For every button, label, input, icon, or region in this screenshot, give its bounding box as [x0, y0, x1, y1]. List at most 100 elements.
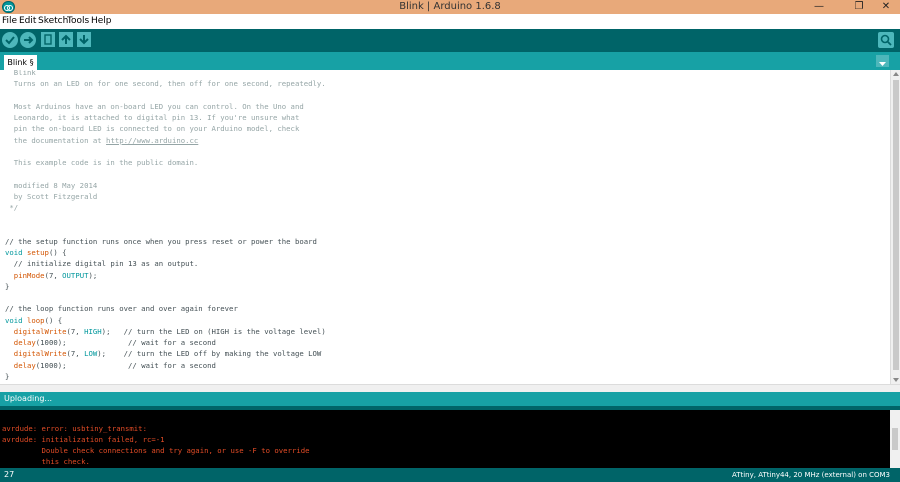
verify-button[interactable] — [2, 32, 18, 48]
code-line: pin the on-board LED is connected to on … — [5, 123, 300, 134]
board-info: ATtiny, ATtiny44, 20 MHz (external) on C… — [731, 471, 890, 479]
menu-file[interactable]: File — [2, 16, 17, 26]
status-message: Uploading... — [4, 394, 53, 403]
save-icon — [79, 35, 89, 45]
code-token: () { — [44, 315, 63, 325]
code-token: loop — [26, 315, 45, 325]
code-token: This example code is in the public domai… — [5, 158, 199, 167]
code-line: Leonardo, it is attached to digital pin … — [5, 112, 300, 123]
code-line: the documentation at http://www.arduino.… — [5, 135, 199, 146]
window-title: Blink | Arduino 1.6.8 — [399, 1, 501, 12]
code-line: digitalWrite(7, LOW); // turn the LED of… — [5, 348, 322, 359]
code-line: digitalWrite(7, HIGH); // turn the LED o… — [5, 326, 326, 337]
code-line: pinMode(7, OUTPUT); — [5, 270, 98, 281]
close-button[interactable]: ✕ — [872, 0, 900, 14]
open-icon — [61, 34, 71, 44]
menu-edit[interactable]: Edit — [19, 16, 36, 26]
maximize-button[interactable]: ❐ — [846, 0, 872, 14]
code-token: pinMode — [13, 270, 45, 280]
verify-icon — [5, 36, 15, 45]
code-line: delay(1000); // wait for a second — [5, 337, 216, 348]
code-token: (7, — [66, 349, 85, 359]
code-line: This example code is in the public domai… — [5, 157, 199, 168]
line-number: 27 — [4, 470, 15, 479]
code-token: (7, — [66, 326, 85, 336]
code-token: Turns on an LED on for one second, then … — [5, 79, 326, 89]
tab-blink[interactable]: Blink § — [4, 55, 37, 70]
scroll-down-arrow-icon[interactable] — [893, 378, 899, 382]
magnifier-icon — [880, 34, 892, 46]
code-token: () { — [48, 248, 67, 257]
chevron-down-icon — [879, 62, 886, 66]
code-token: } — [5, 281, 10, 291]
code-token: */ — [5, 203, 19, 212]
code-line: Turns on an LED on for one second, then … — [5, 78, 326, 89]
code-token: ); — [88, 270, 98, 280]
code-token: (7, — [44, 270, 63, 280]
new-button[interactable] — [41, 32, 55, 47]
upload-icon — [24, 36, 34, 44]
toolbar — [0, 29, 900, 52]
editor-horizontal-scrollbar[interactable] — [0, 384, 900, 392]
code-line: void loop() { — [5, 315, 62, 326]
tab-menu-button[interactable] — [876, 55, 889, 67]
menu-bar: File Edit Sketch Tools Help — [0, 14, 900, 29]
scroll-up-arrow-icon[interactable] — [893, 72, 899, 76]
serial-monitor-button[interactable] — [878, 32, 894, 48]
scroll-thumb[interactable] — [893, 80, 899, 370]
code-token: void — [5, 315, 23, 325]
code-line: // the loop function runs over and over … — [5, 303, 238, 314]
code-token: // initialize digital pin 13 as an outpu… — [5, 259, 199, 269]
editor-vertical-scrollbar[interactable] — [890, 70, 900, 384]
code-token: setup — [26, 248, 49, 257]
code-editor[interactable]: Blink Turns on an LED on for one second,… — [0, 70, 890, 384]
code-token: ); // turn the LED on (HIGH is the volta… — [101, 326, 326, 336]
code-token: void — [5, 248, 23, 257]
code-token: LOW — [84, 349, 98, 359]
code-token: } — [5, 371, 10, 381]
menu-tools[interactable]: Tools — [67, 16, 89, 26]
code-token: delay — [13, 338, 36, 347]
console-line: avrdude: error: usbtiny_transmit: — [2, 424, 147, 433]
code-token: delay — [13, 360, 36, 370]
code-token: // the setup function runs once when you… — [5, 236, 317, 246]
new-icon — [44, 34, 52, 45]
menu-help[interactable]: Help — [91, 16, 112, 26]
code-token: Most Arduinos have an on-board LED you c… — [5, 101, 304, 111]
code-line: Blink — [5, 70, 36, 78]
status-bar: Uploading... — [0, 392, 900, 406]
code-token: Leonardo, it is attached to digital pin … — [5, 113, 300, 122]
code-link[interactable]: http://www.arduino.cc — [106, 136, 198, 145]
code-line: } — [5, 371, 9, 382]
tab-bar: Blink § — [0, 52, 900, 70]
code-token: (1000); // wait for a second — [35, 338, 216, 347]
save-button[interactable] — [77, 32, 91, 47]
code-line: Most Arduinos have an on-board LED you c… — [5, 101, 304, 112]
code-line: by Scott Fitzgerald — [5, 191, 97, 202]
console-line: avrdude: initialization failed, rc=-1 — [2, 435, 165, 444]
code-line: */ — [5, 202, 18, 213]
menu-sketch[interactable]: Sketch — [38, 16, 68, 26]
footer-bar: 27 ATtiny, ATtiny44, 20 MHz (external) o… — [0, 468, 900, 482]
code-line: // initialize digital pin 13 as an outpu… — [5, 258, 199, 269]
open-button[interactable] — [59, 32, 73, 47]
console-output[interactable]: avrdude: error: usbtiny_transmit:avrdude… — [0, 410, 890, 468]
code-token: digitalWrite — [13, 326, 67, 336]
console-line: Double check connections and try again, … — [2, 446, 310, 455]
code-line: // the setup function runs once when you… — [5, 236, 317, 247]
upload-button[interactable] — [20, 32, 36, 48]
code-token: Blink — [5, 70, 36, 77]
console-scroll-thumb[interactable] — [892, 428, 898, 450]
minimize-button[interactable]: — — [806, 0, 832, 14]
code-token: the documentation at — [5, 135, 107, 145]
code-token: digitalWrite — [13, 349, 67, 359]
code-token: by Scott Fitzgerald — [5, 191, 98, 201]
code-line: delay(1000); // wait for a second — [5, 360, 216, 371]
console-scrollbar[interactable] — [890, 410, 900, 468]
code-line: modified 8 May 2014 — [5, 180, 97, 191]
code-token: OUTPUT — [62, 270, 89, 280]
